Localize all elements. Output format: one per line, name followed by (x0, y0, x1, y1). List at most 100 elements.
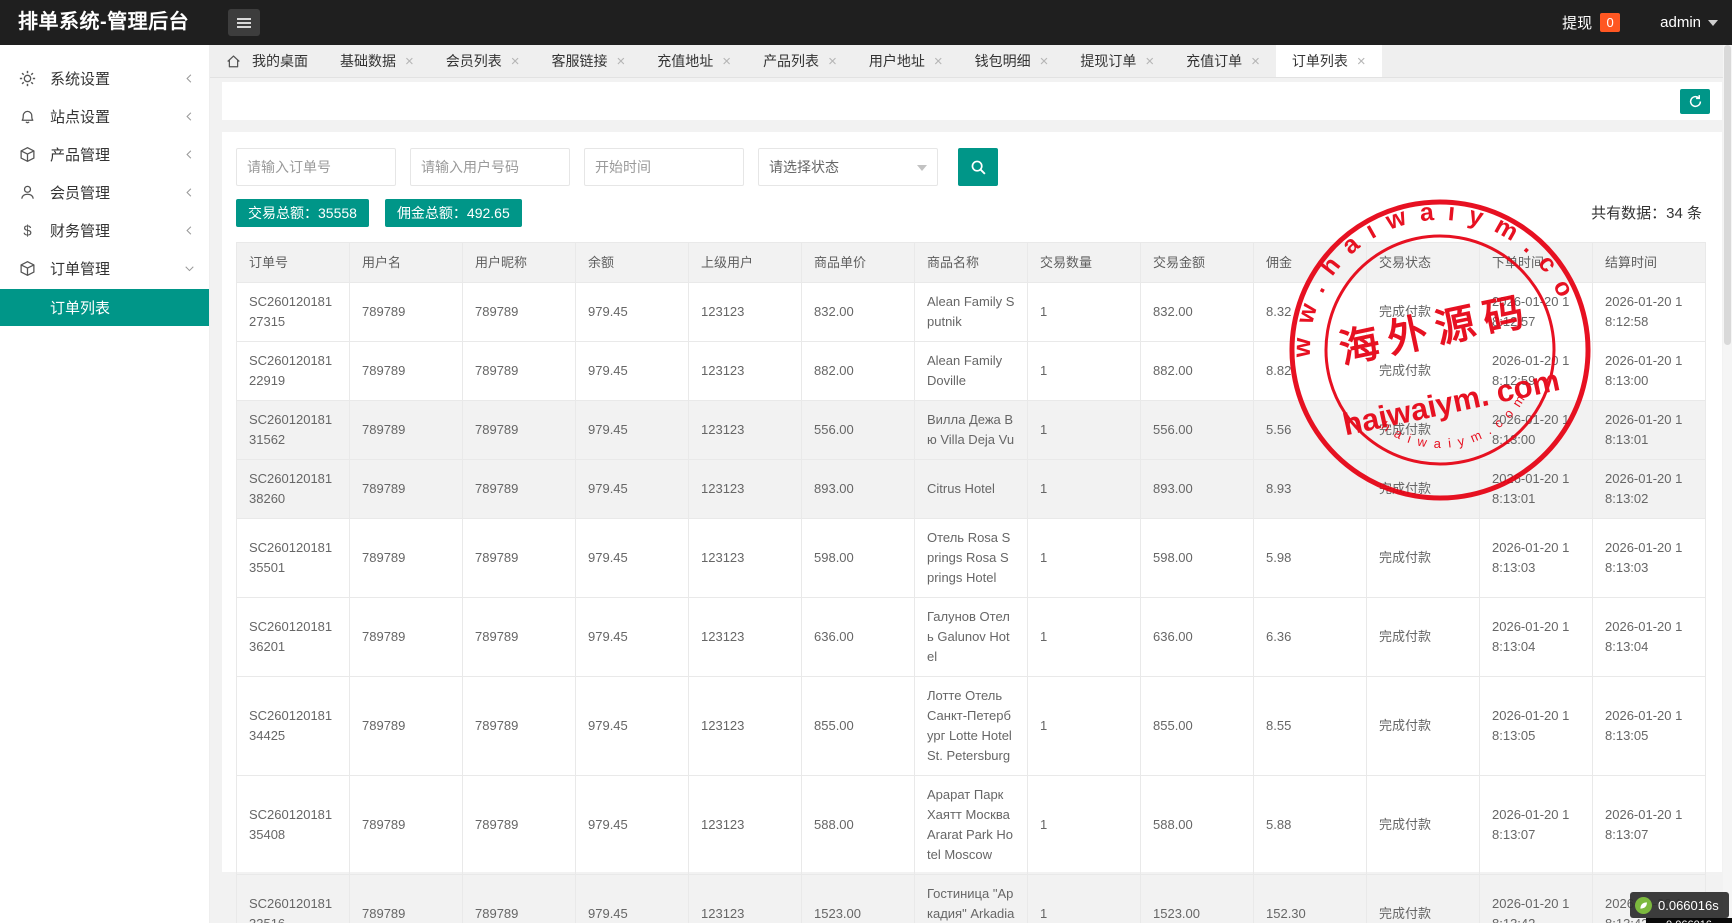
tab-2[interactable]: 会员列表 × (430, 45, 536, 77)
chevron-left-icon (184, 149, 195, 160)
table-cell: 1 (1028, 875, 1141, 923)
sidebar-item-5[interactable]: 订单管理 (0, 249, 209, 287)
sidebar: 系统设置站点设置产品管理会员管理 $财务管理订单管理 订单列表 (0, 45, 210, 923)
toolbar (222, 82, 1722, 120)
tab-7[interactable]: 钱包明细× (959, 45, 1065, 77)
elapsed-time: 0.066016s (1658, 898, 1719, 913)
start-time-input[interactable] (584, 148, 744, 186)
column-header: 商品名称 (915, 243, 1028, 283)
sidebar-item-order-list[interactable]: 订单列表 (0, 289, 209, 326)
table-cell: SC26012018133516 (237, 875, 350, 923)
user-menu[interactable]: admin (1660, 14, 1718, 31)
close-icon[interactable]: × (405, 53, 414, 70)
refresh-button[interactable] (1680, 89, 1710, 114)
table-row: SC26012018133516789789789789979.45123123… (237, 875, 1706, 923)
tab-8[interactable]: 提现订单× (1064, 45, 1170, 77)
table-cell: 789789 (350, 519, 463, 598)
table-cell: Арарат Парк Хаятт Москва Ararat Park Hot… (915, 776, 1028, 875)
table-cell: Alean Family Doville (915, 342, 1028, 401)
sidebar-item-1[interactable]: 站点设置 (0, 97, 209, 135)
tab-4[interactable]: 充值地址× (641, 45, 747, 77)
tab-5[interactable]: 产品列表 × (747, 45, 853, 77)
trace-timer-button[interactable]: 0.066016s (1630, 892, 1729, 918)
table-cell: 556.00 (802, 401, 915, 460)
home-icon (226, 54, 241, 69)
column-header: 交易金额 (1141, 243, 1254, 283)
tab-3[interactable]: 客服链接 × (536, 45, 642, 77)
tab-label: 客服链接 (552, 51, 608, 71)
close-icon[interactable]: × (1357, 53, 1366, 70)
close-icon[interactable]: × (722, 53, 731, 70)
column-header: 下单时间 (1480, 243, 1593, 283)
table-cell: SC26012018127315 (237, 283, 350, 342)
table-cell: 789789 (463, 401, 576, 460)
table-cell: 598.00 (1141, 519, 1254, 598)
table-cell: Отель Rosa Springs Rosa Springs Hotel (915, 519, 1028, 598)
close-icon[interactable]: × (1040, 53, 1049, 70)
tab-label: 产品列表 (763, 51, 819, 71)
sidebar-item-0[interactable]: 系统设置 (0, 59, 209, 97)
table-row: SC26012018135408789789789789979.45123123… (237, 776, 1706, 875)
column-header: 商品单价 (802, 243, 915, 283)
sidebar-item-3[interactable]: 会员管理 (0, 173, 209, 211)
sidebar-item-2[interactable]: 产品管理 (0, 135, 209, 173)
sidebar-item-label: 系统设置 (50, 68, 184, 89)
table-cell: 8.93 (1254, 460, 1367, 519)
order-number-input[interactable] (236, 148, 396, 186)
sidebar-item-label: 会员管理 (50, 182, 184, 203)
withdraw-link[interactable]: 提现 0 (1562, 12, 1620, 33)
table-cell: 1 (1028, 401, 1141, 460)
column-header: 结算时间 (1593, 243, 1706, 283)
table-cell: 588.00 (802, 776, 915, 875)
trade-total-badge: 交易总额：35558 (236, 199, 369, 227)
close-icon[interactable]: × (828, 53, 837, 70)
search-button[interactable] (958, 148, 998, 186)
table-cell: 1 (1028, 519, 1141, 598)
sidebar-item-label: 财务管理 (50, 220, 184, 241)
table-cell: 8.82 (1254, 342, 1367, 401)
close-icon[interactable]: × (1145, 53, 1154, 70)
sidebar-item-4[interactable]: $财务管理 (0, 211, 209, 249)
table-cell: 979.45 (576, 875, 689, 923)
tab-label: 我的桌面 (252, 51, 308, 71)
chevron-down-icon (1708, 20, 1718, 26)
status-select[interactable]: 请选择状态 (758, 148, 938, 186)
tab-label: 订单列表 (1292, 51, 1348, 71)
table-cell: SC26012018122919 (237, 342, 350, 401)
column-header: 交易数量 (1028, 243, 1141, 283)
tab-6[interactable]: 用户地址× (853, 45, 959, 77)
tab-10[interactable]: 订单列表 × (1276, 45, 1382, 77)
table-cell: 979.45 (576, 519, 689, 598)
table-cell: 789789 (350, 283, 463, 342)
table-cell: 123123 (689, 460, 802, 519)
close-icon[interactable]: × (1251, 53, 1260, 70)
record-count: 共有数据：34 条 (1591, 202, 1702, 223)
scrollbar[interactable] (1723, 45, 1732, 923)
close-icon[interactable]: × (934, 53, 943, 70)
tab-1[interactable]: 基础数据× (324, 45, 430, 77)
close-icon[interactable]: × (617, 53, 626, 70)
table-cell: Alean Family Sputnik (915, 283, 1028, 342)
tab-9[interactable]: 充值订单× (1170, 45, 1276, 77)
table-cell: 789789 (463, 598, 576, 677)
table-cell: 完成付款 (1367, 677, 1480, 776)
hamburger-menu-icon[interactable] (228, 9, 260, 36)
table-row: SC26012018138260789789789789979.45123123… (237, 460, 1706, 519)
table-cell: 979.45 (576, 401, 689, 460)
user-number-input[interactable] (410, 148, 570, 186)
table-cell: 2026-01-20 18:13:07 (1480, 776, 1593, 875)
table-cell: 789789 (463, 519, 576, 598)
table-cell: 893.00 (1141, 460, 1254, 519)
close-icon[interactable]: × (511, 53, 520, 70)
table-cell: 1 (1028, 283, 1141, 342)
table-cell: 2026-01-20 18:12:58 (1593, 283, 1706, 342)
table-cell: 789789 (463, 342, 576, 401)
table-cell: 8.32 (1254, 283, 1367, 342)
tab-label: 会员列表 (446, 51, 502, 71)
table-cell: 完成付款 (1367, 519, 1480, 598)
table-cell: 789789 (463, 875, 576, 923)
tab-0[interactable]: 我的桌面 (210, 45, 324, 77)
column-header: 上级用户 (689, 243, 802, 283)
table-cell: 789789 (463, 677, 576, 776)
elapsed-time-small[interactable]: 0.066016 (1646, 918, 1732, 923)
